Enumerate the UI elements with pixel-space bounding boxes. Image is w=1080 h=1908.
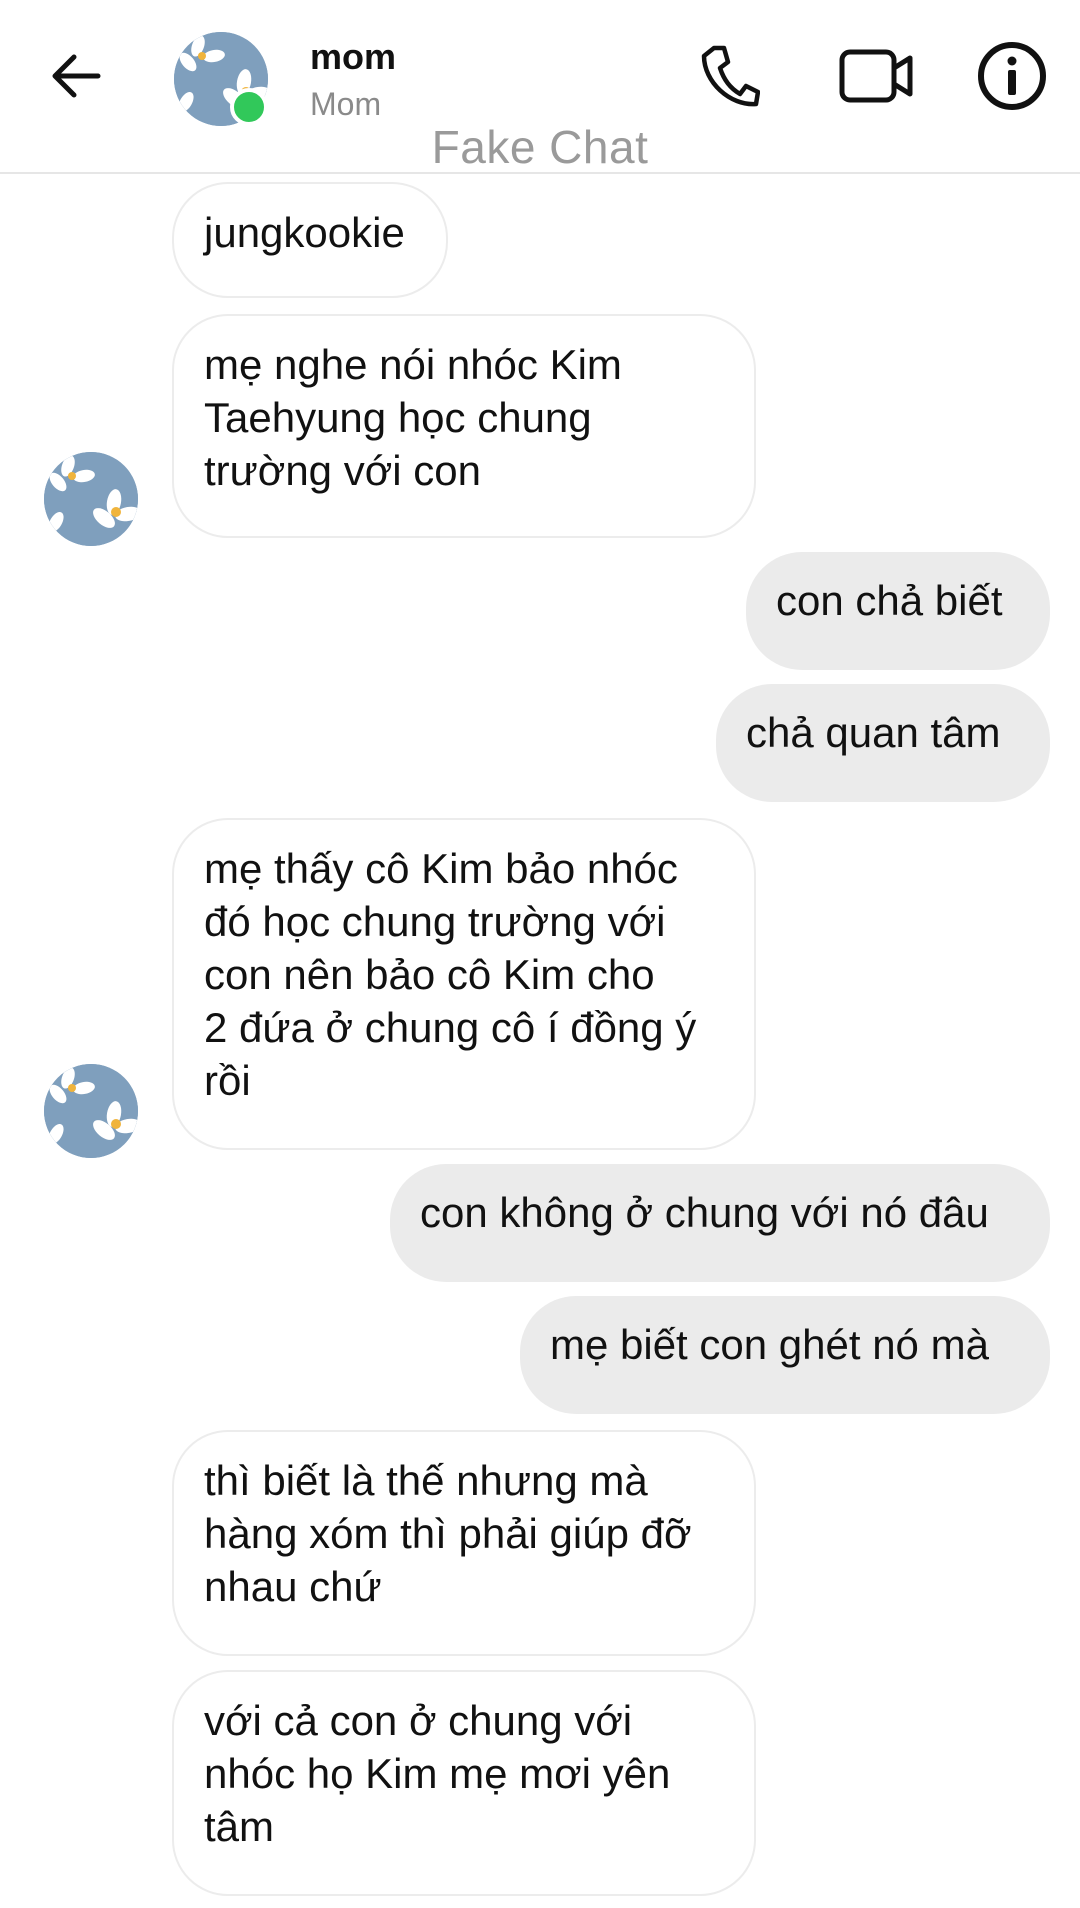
sent-message: mẹ biết con ghét nó mà — [520, 1296, 1050, 1414]
received-message: với cả con ở chung với nhóc họ Kim mẹ mơ… — [172, 1670, 756, 1896]
daisy-pattern-icon — [44, 452, 138, 546]
video-camera-icon — [839, 49, 913, 103]
phone-icon — [701, 45, 760, 107]
back-arrow-icon — [52, 54, 101, 98]
sent-message: con không ở chung với nó đâu — [390, 1164, 1050, 1282]
back-button[interactable] — [36, 36, 116, 116]
fake-chat-watermark: Fake Chat — [431, 121, 649, 173]
info-icon — [978, 42, 1046, 110]
contact-subtitle: Mom — [310, 86, 382, 122]
chat-header: mom Mom Fake Chat — [0, 0, 1080, 174]
received-message: mẹ nghe nói nhóc Kim Taehyung học chung … — [172, 314, 756, 538]
info-button[interactable] — [970, 34, 1054, 118]
received-message: thì biết là thế nhưng mà hàng xóm thì ph… — [172, 1430, 756, 1656]
sent-message: con chả biết — [746, 552, 1050, 670]
video-call-button[interactable] — [826, 36, 926, 116]
contact-name[interactable]: mom — [310, 36, 396, 78]
sent-message: chả quan tâm — [716, 684, 1050, 802]
received-message: jungkookie — [172, 182, 448, 298]
sender-avatar[interactable] — [44, 1064, 138, 1158]
call-button[interactable] — [690, 36, 770, 116]
daisy-pattern-icon — [44, 1064, 138, 1158]
received-message: mẹ thấy cô Kim bảo nhóc đó học chung trư… — [172, 818, 756, 1150]
sender-avatar[interactable] — [44, 452, 138, 546]
